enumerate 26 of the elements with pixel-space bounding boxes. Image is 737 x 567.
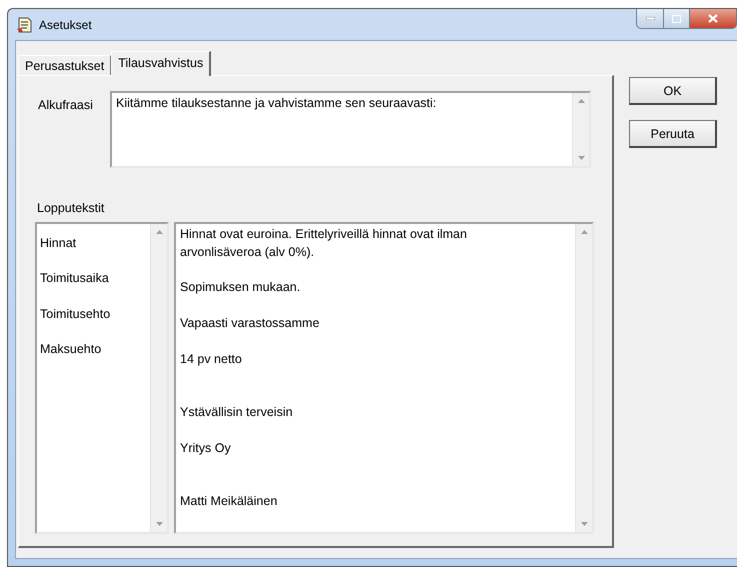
close-icon — [708, 14, 718, 23]
scroll-down-icon[interactable] — [156, 522, 162, 526]
closing-texts-label: Lopputekstit — [37, 201, 106, 216]
scroll-up-icon[interactable] — [156, 230, 162, 234]
notepad-icon — [16, 16, 33, 33]
closing-text-field[interactable]: Hinnat ovat euroina. Erittelyriveillä hinnat ovat ilman arvonlisäveroa (alv 0%). Sopimuksen mukaan. Vapaasti varastossamme 14 pv netto Ystävällisin terveisin Yritys Oy Matti Meikäläinen — [174, 222, 594, 534]
ok-button[interactable]: OK — [629, 77, 717, 105]
minimize-button[interactable] — [636, 9, 664, 29]
tab[interactable]: Perusastukset — [18, 55, 112, 75]
list-item[interactable]: Toimitusaika — [40, 262, 147, 297]
cancel-button[interactable]: Peruuta — [629, 120, 717, 148]
scroll-up-icon[interactable] — [580, 230, 588, 234]
scroll-down-icon[interactable] — [580, 522, 588, 526]
close-button[interactable] — [690, 9, 737, 29]
maximize-icon — [672, 14, 681, 22]
scroll-down-icon[interactable] — [578, 156, 584, 160]
window-title: Asetukset — [39, 18, 92, 32]
intro-field[interactable]: Kiitämme tilauksestanne ja vahvistamme sen seuraavasti: — [110, 91, 591, 168]
minimize-icon — [646, 17, 654, 20]
list-item[interactable]: Toimitusehto — [40, 297, 147, 332]
intro-label: Alkufraasi — [37, 97, 94, 114]
tab[interactable]: Tilausvahvistus — [111, 51, 212, 76]
scroll-up-icon[interactable] — [578, 99, 584, 103]
list-item[interactable]: Hinnat — [40, 226, 147, 262]
maximize-button[interactable] — [664, 9, 690, 29]
list-item[interactable]: Maksuehto — [40, 332, 147, 368]
